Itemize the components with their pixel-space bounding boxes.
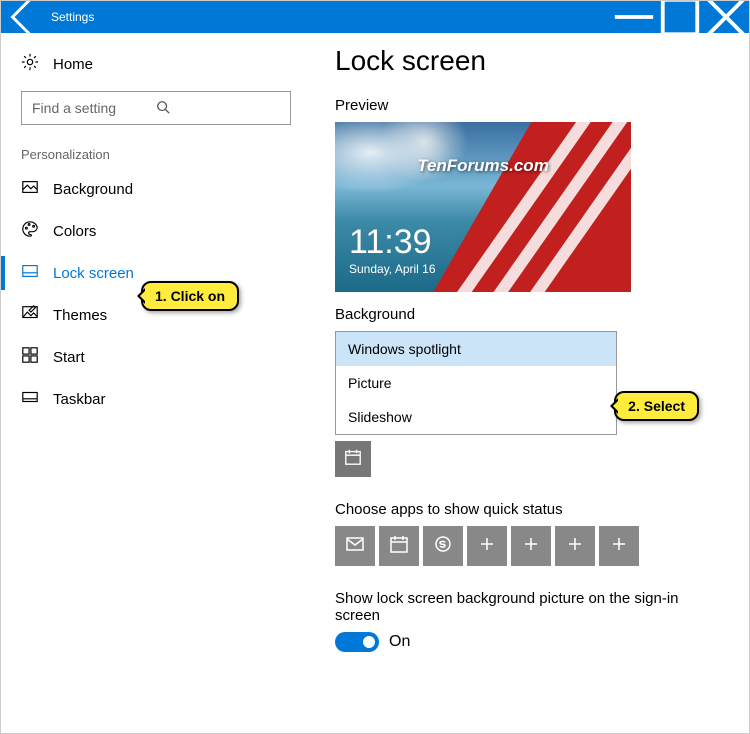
- close-button[interactable]: [703, 1, 749, 33]
- quickstatus-tile-mail[interactable]: [335, 526, 375, 566]
- annotation-step1: 1. Click on: [141, 281, 239, 311]
- picture-icon: [21, 178, 39, 200]
- category-label: Personalization: [1, 139, 311, 168]
- search-icon: [156, 100, 280, 117]
- sidebar-item-label: Taskbar: [53, 391, 106, 408]
- quickstatus-tile-calendar[interactable]: [379, 526, 419, 566]
- sidebar-item-label: Themes: [53, 307, 107, 324]
- quickstatus-label: Choose apps to show quick status: [335, 501, 725, 518]
- background-label: Background: [335, 306, 725, 323]
- plus-icon: [521, 534, 541, 559]
- settings-window: Settings Home Find a setting Personaliza…: [0, 0, 750, 734]
- preview-clock: 11:39 Sunday, April 16: [349, 223, 436, 276]
- sidebar-item-label: Lock screen: [53, 265, 134, 282]
- sidebar: Home Find a setting Personalization Back…: [1, 33, 311, 733]
- watermark-text: TenForums.com: [417, 156, 549, 176]
- quickstatus-tile-add[interactable]: [599, 526, 639, 566]
- plus-icon: [609, 534, 629, 559]
- home-label: Home: [53, 56, 93, 73]
- signin-state: On: [389, 633, 410, 651]
- sidebar-item-label: Start: [53, 349, 85, 366]
- window-title: Settings: [47, 10, 611, 24]
- quickstatus-tile-add[interactable]: [467, 526, 507, 566]
- background-dropdown[interactable]: Windows spotlight Picture Slideshow: [335, 331, 617, 435]
- dropdown-option-selected[interactable]: Windows spotlight: [336, 332, 616, 366]
- sidebar-item-taskbar[interactable]: Taskbar: [1, 378, 311, 420]
- themes-icon: [21, 304, 39, 326]
- sidebar-item-colors[interactable]: Colors: [1, 210, 311, 252]
- calendar-icon: [344, 448, 362, 471]
- sidebar-item-start[interactable]: Start: [1, 336, 311, 378]
- lockscreen-icon: [21, 262, 39, 284]
- maximize-button[interactable]: [657, 1, 703, 33]
- sidebar-item-background[interactable]: Background: [1, 168, 311, 210]
- plus-icon: [565, 534, 585, 559]
- sidebar-item-label: Colors: [53, 223, 96, 240]
- sidebar-item-label: Background: [53, 181, 133, 198]
- dropdown-option[interactable]: Picture: [336, 366, 616, 400]
- lockscreen-preview: TenForums.com 11:39 Sunday, April 16: [335, 122, 631, 292]
- plus-icon: [477, 534, 497, 559]
- palette-icon: [21, 220, 39, 242]
- signin-label: Show lock screen background picture on t…: [335, 590, 725, 624]
- calendar-icon: [389, 534, 409, 559]
- quickstatus-tile-skype[interactable]: [423, 526, 463, 566]
- skype-icon: [433, 534, 453, 559]
- home-button[interactable]: Home: [1, 51, 311, 91]
- search-input[interactable]: Find a setting: [21, 91, 291, 125]
- content: Lock screen Preview TenForums.com 11:39 …: [311, 33, 749, 733]
- quickstatus-tile-add[interactable]: [511, 526, 551, 566]
- gear-icon: [21, 53, 39, 75]
- search-placeholder: Find a setting: [32, 100, 156, 116]
- titlebar: Settings: [1, 1, 749, 33]
- back-button[interactable]: [1, 1, 47, 33]
- minimize-button[interactable]: [611, 1, 657, 33]
- page-title: Lock screen: [335, 45, 725, 77]
- annotation-step2: 2. Select: [614, 391, 699, 421]
- preview-date: Sunday, April 16: [349, 262, 436, 276]
- dropdown-option[interactable]: Slideshow: [336, 400, 616, 434]
- preview-label: Preview: [335, 97, 725, 114]
- signin-toggle[interactable]: [335, 632, 379, 652]
- preview-time: 11:39: [349, 223, 436, 262]
- taskbar-icon: [21, 388, 39, 410]
- calendar-detail-button[interactable]: [335, 441, 371, 477]
- quickstatus-tiles: [335, 526, 725, 566]
- mail-icon: [345, 534, 365, 559]
- quickstatus-tile-add[interactable]: [555, 526, 595, 566]
- start-icon: [21, 346, 39, 368]
